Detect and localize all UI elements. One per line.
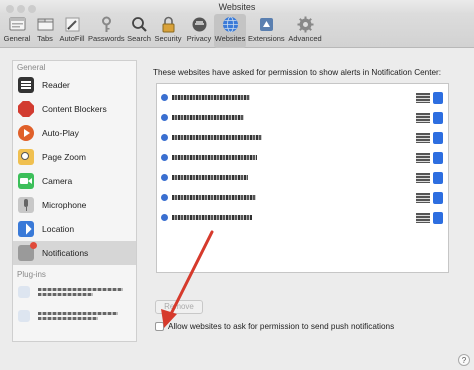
list-item[interactable] — [157, 168, 448, 188]
site-url-redacted — [172, 215, 252, 220]
sidebar-item-auto-play[interactable]: Auto-Play — [13, 121, 136, 145]
notifications-icon — [18, 242, 37, 261]
preferences-toolbar: General Tabs AutoFill Passwords Search S… — [0, 14, 474, 48]
gear-icon — [297, 16, 313, 33]
list-item[interactable] — [157, 88, 448, 108]
help-button[interactable]: ? — [458, 354, 470, 366]
title-bar: Websites — [0, 0, 474, 14]
sidebar-item-page-zoom[interactable]: Page Zoom — [13, 145, 136, 169]
general-icon — [9, 17, 25, 31]
globe-icon — [161, 194, 168, 201]
sidebar-item-content-blockers[interactable]: Content Blockers — [13, 97, 136, 121]
tab-advanced[interactable]: Advanced — [287, 14, 323, 48]
zoom-icon — [18, 149, 34, 165]
list-item[interactable] — [157, 108, 448, 128]
window-title: Websites — [218, 2, 256, 12]
select-arrow-icon[interactable] — [433, 212, 443, 224]
play-icon — [18, 125, 34, 141]
plugin-icon — [18, 310, 30, 322]
permission-select[interactable] — [416, 153, 430, 163]
tab-extensions[interactable]: Extensions — [248, 14, 285, 48]
globe-icon — [161, 154, 168, 161]
tab-security[interactable]: Security — [153, 14, 183, 48]
site-url-redacted — [172, 175, 248, 180]
select-arrow-icon[interactable] — [433, 192, 443, 204]
select-arrow-icon[interactable] — [433, 112, 443, 124]
sidebar: General Reader Content Blockers Auto-Pla… — [12, 60, 137, 342]
allow-push-permission-label: Allow websites to ask for permission to … — [168, 322, 395, 331]
website-list[interactable] — [156, 83, 449, 273]
select-arrow-icon[interactable] — [433, 92, 443, 104]
privacy-icon — [192, 17, 206, 32]
lock-icon — [162, 16, 174, 33]
permission-select[interactable] — [416, 93, 430, 103]
autofill-icon — [65, 17, 79, 32]
plugin-item[interactable] — [13, 280, 136, 304]
tab-tabs[interactable]: Tabs — [34, 14, 56, 48]
sidebar-item-reader[interactable]: Reader — [13, 73, 136, 97]
permission-select[interactable] — [416, 133, 430, 143]
key-icon — [101, 16, 111, 32]
list-item[interactable] — [157, 208, 448, 228]
panel-description: These websites have asked for permission… — [153, 68, 442, 77]
location-icon — [18, 221, 34, 237]
list-item[interactable] — [157, 128, 448, 148]
sidebar-header-plugins: Plug-ins — [17, 270, 46, 279]
tab-websites[interactable]: Websites — [214, 14, 246, 48]
plugin-name-redacted — [38, 286, 123, 298]
tab-general[interactable]: General — [2, 14, 32, 48]
stop-icon — [18, 101, 34, 117]
site-url-redacted — [172, 135, 262, 140]
permission-select[interactable] — [416, 173, 430, 183]
globe-icon — [161, 134, 168, 141]
search-icon — [131, 17, 147, 32]
sidebar-item-camera[interactable]: Camera — [13, 169, 136, 193]
list-item[interactable] — [157, 148, 448, 168]
tabs-icon — [37, 18, 53, 31]
select-arrow-icon[interactable] — [433, 132, 443, 144]
site-url-redacted — [172, 95, 250, 100]
select-arrow-icon[interactable] — [433, 172, 443, 184]
site-url-redacted — [172, 115, 244, 120]
plugin-name-redacted — [38, 310, 123, 322]
permission-select[interactable] — [416, 113, 430, 123]
extensions-icon — [259, 18, 273, 31]
minimize-button[interactable] — [17, 5, 25, 13]
sidebar-item-notifications[interactable]: Notifications — [13, 241, 136, 265]
globe-icon — [161, 114, 168, 121]
sidebar-item-microphone[interactable]: Microphone — [13, 193, 136, 217]
sidebar-header-general: General — [17, 63, 46, 72]
plugin-icon — [18, 286, 30, 298]
site-url-redacted — [172, 155, 257, 160]
close-button[interactable] — [6, 5, 14, 13]
microphone-icon — [18, 197, 34, 213]
allow-push-permission-row[interactable]: Allow websites to ask for permission to … — [155, 322, 394, 331]
globe-icon — [161, 214, 168, 221]
remove-button[interactable]: Remove — [155, 300, 203, 314]
reader-icon — [18, 77, 34, 93]
permission-select[interactable] — [416, 213, 430, 223]
tab-autofill[interactable]: AutoFill — [58, 14, 86, 48]
sidebar-item-location[interactable]: Location — [13, 217, 136, 241]
permission-select[interactable] — [416, 193, 430, 203]
notifications-panel: These websites have asked for permission… — [143, 60, 461, 342]
list-item[interactable] — [157, 188, 448, 208]
select-arrow-icon[interactable] — [433, 152, 443, 164]
site-url-redacted — [172, 195, 256, 200]
tab-privacy[interactable]: Privacy — [185, 14, 213, 48]
globe-icon — [161, 94, 168, 101]
plugin-item[interactable] — [13, 304, 136, 328]
camera-icon — [18, 173, 34, 189]
tab-search[interactable]: Search — [126, 14, 152, 48]
tab-passwords[interactable]: Passwords — [88, 14, 125, 48]
globe-icon — [161, 174, 168, 181]
zoom-button[interactable] — [28, 5, 36, 13]
globe-icon — [222, 16, 238, 33]
allow-push-permission-checkbox[interactable] — [155, 322, 164, 331]
